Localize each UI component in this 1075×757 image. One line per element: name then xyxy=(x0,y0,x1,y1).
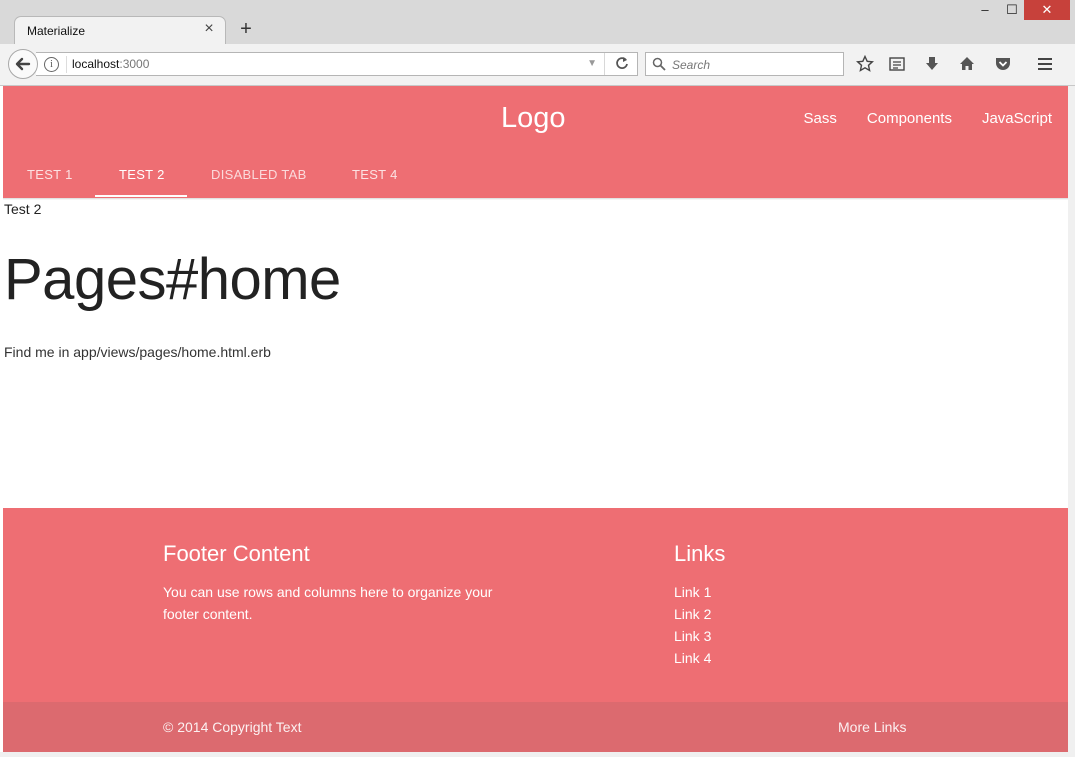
maximize-button[interactable]: ☐ xyxy=(997,0,1027,20)
url-text[interactable]: localhost:3000 xyxy=(72,57,149,71)
browser-tab[interactable]: Materialize × xyxy=(14,16,226,44)
bookmark-star-icon[interactable] xyxy=(855,54,876,75)
menu-icon[interactable] xyxy=(1036,55,1056,75)
url-divider xyxy=(66,56,67,73)
tab-test-2[interactable]: TEST 2 xyxy=(119,167,165,182)
footer-link-3[interactable]: Link 3 xyxy=(674,625,711,647)
search-bar[interactable]: Search xyxy=(645,52,844,76)
window-bottom-edge xyxy=(0,752,1075,757)
nav-link-javascript[interactable]: JavaScript xyxy=(982,110,1052,127)
home-icon[interactable] xyxy=(958,55,978,75)
minimize-button[interactable]: – xyxy=(970,0,1000,20)
search-icon xyxy=(652,57,666,76)
info-icon[interactable]: i xyxy=(44,57,59,72)
browser-toolbar: i localhost:3000 ▼ Search xyxy=(0,44,1075,86)
url-separator xyxy=(604,53,605,75)
page-title: Pages#home xyxy=(4,247,341,312)
download-icon[interactable] xyxy=(923,55,943,75)
page-description: Find me in app/views/pages/home.html.erb xyxy=(4,344,271,360)
copyright-text: © 2014 Copyright Text xyxy=(163,719,302,735)
url-port: :3000 xyxy=(119,57,150,71)
more-links-link[interactable]: More Links xyxy=(838,719,906,735)
site-footer: Footer Content You can use rows and colu… xyxy=(3,508,1068,702)
pocket-icon[interactable] xyxy=(994,55,1014,75)
footer-content-title: Footer Content xyxy=(163,541,310,566)
tab-content: Test 2 xyxy=(4,201,42,217)
active-tab-indicator xyxy=(95,195,187,197)
tab-disabled: DISABLED TAB xyxy=(211,167,307,182)
nav-link-sass[interactable]: Sass xyxy=(804,110,837,127)
footer-links: Link 1 Link 2 Link 3 Link 4 xyxy=(674,581,711,669)
tab-test-1[interactable]: TEST 1 xyxy=(27,167,73,182)
url-host: localhost xyxy=(72,57,120,71)
header-shadow xyxy=(3,198,1068,200)
footer-content-text: You can use rows and columns here to org… xyxy=(163,584,493,622)
browser-tab-strip: Materialize × + – ☐ ✕ xyxy=(0,0,1075,44)
back-arrow-icon xyxy=(15,57,31,71)
back-button[interactable] xyxy=(8,49,38,79)
chevron-down-icon[interactable]: ▼ xyxy=(587,58,597,69)
reload-icon[interactable] xyxy=(615,56,629,73)
footer-link-4[interactable]: Link 4 xyxy=(674,647,711,669)
footer-links-title: Links xyxy=(674,541,726,566)
logo[interactable]: Logo xyxy=(501,102,566,135)
url-bar[interactable]: i localhost:3000 ▼ xyxy=(36,52,638,76)
window-right-edge xyxy=(1068,86,1075,757)
nav-link-components[interactable]: Components xyxy=(867,110,952,127)
close-window-button[interactable]: ✕ xyxy=(1024,0,1070,20)
footer-link-1[interactable]: Link 1 xyxy=(674,581,711,603)
site-nav: Sass Components JavaScript xyxy=(804,110,1052,127)
page-viewport: Logo Sass Components JavaScript TEST 1 T… xyxy=(3,86,1068,752)
footer-link-2[interactable]: Link 2 xyxy=(674,603,711,625)
new-tab-icon[interactable]: + xyxy=(236,19,256,39)
footer-copyright-bar: © 2014 Copyright Text More Links xyxy=(3,702,1068,752)
tab-test-4[interactable]: TEST 4 xyxy=(352,167,398,182)
reading-list-icon[interactable] xyxy=(888,55,908,75)
browser-tab-title: Materialize xyxy=(27,24,86,38)
close-tab-icon[interactable]: × xyxy=(201,21,217,37)
search-input[interactable]: Search xyxy=(672,58,710,72)
